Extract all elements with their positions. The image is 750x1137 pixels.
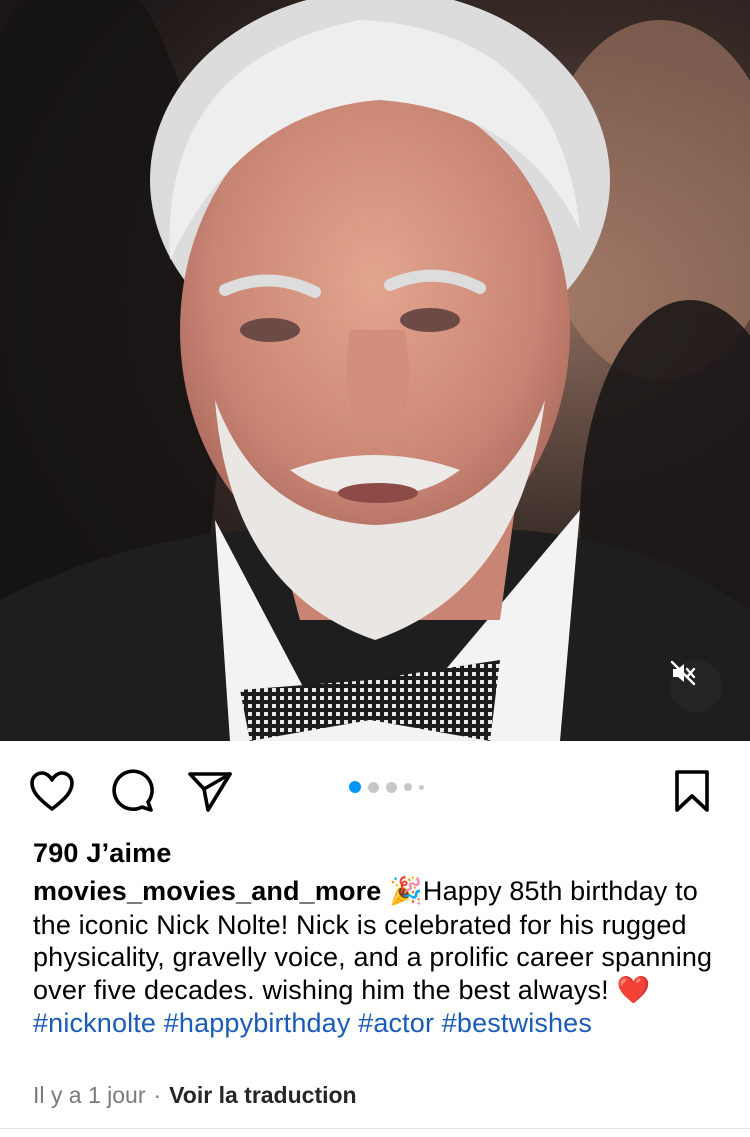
send-icon [188,772,232,812]
party-popper-emoji: 🎉 [389,876,423,907]
portrait-illustration [0,0,750,741]
heart-icon [30,771,74,811]
save-button[interactable] [668,767,716,815]
mute-icon [670,660,696,686]
hashtag-link[interactable]: #bestwishes [442,1008,592,1038]
author-username[interactable]: movies_movies_and_more [33,876,381,906]
hashtag-link[interactable]: #happybirthday [164,1008,351,1038]
post-meta: Il y a 1 jour · Voir la traduction [33,1082,357,1109]
post-photo[interactable] [0,0,750,741]
comment-icon [112,769,154,812]
carousel-dot [419,784,424,790]
carousel-dot [386,781,397,793]
mute-button[interactable] [670,660,722,712]
carousel-dot [404,783,412,791]
divider [0,1128,750,1129]
carousel-dot-active [349,781,361,793]
post-timestamp: Il y a 1 jour [33,1082,146,1108]
translate-link[interactable]: Voir la traduction [169,1082,356,1108]
hashtag-link[interactable]: #actor [358,1008,434,1038]
carousel-indicator [349,781,424,793]
comment-button[interactable] [108,767,156,815]
post-caption: movies_movies_and_more 🎉Happy 85th birth… [33,875,723,1040]
meta-separator: · [153,1082,162,1108]
post-action-bar [0,741,750,837]
carousel-dot [368,781,379,793]
hashtag-link[interactable]: #nicknolte [33,1008,156,1038]
red-heart-emoji: ❤️ [616,974,651,1006]
share-button[interactable] [186,767,234,815]
bookmark-icon [675,770,709,812]
like-button[interactable] [28,767,76,815]
likes-count[interactable]: 790 J’aime [33,838,172,869]
